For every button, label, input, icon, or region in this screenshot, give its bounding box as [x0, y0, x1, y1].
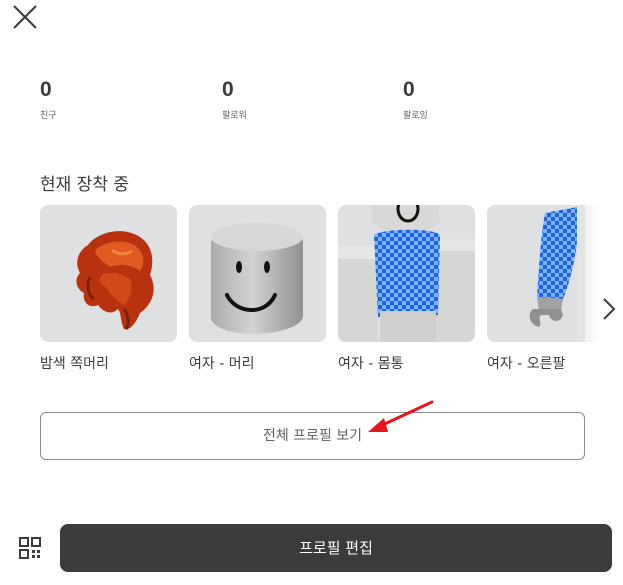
- hair-icon: [76, 231, 154, 330]
- view-full-profile-button[interactable]: 전체 프로필 보기: [40, 412, 585, 460]
- close-icon: [13, 5, 37, 29]
- followers-count: 0: [222, 78, 234, 101]
- currently-wearing-title: 현재 장착 중: [40, 175, 130, 195]
- item-thumbnail: [338, 205, 475, 342]
- qr-code-icon: [19, 537, 41, 559]
- wearing-item-hair[interactable]: 밤색 쪽머리: [40, 205, 177, 373]
- item-name: 여자 - 머리: [189, 356, 255, 372]
- following-label: 팔로잉: [403, 111, 428, 121]
- chevron-right-icon: [603, 298, 616, 320]
- friends-label: 친구: [40, 111, 57, 121]
- head-icon: [211, 223, 303, 334]
- item-thumbnail: [40, 205, 177, 342]
- stat-following[interactable]: 0 팔로잉: [403, 78, 428, 121]
- stat-followers[interactable]: 0 팔로워: [222, 78, 247, 121]
- qr-code-button[interactable]: [18, 536, 42, 560]
- followers-label: 팔로워: [222, 111, 247, 121]
- item-name: 여자 - 몸통: [338, 356, 404, 372]
- wearing-item-head[interactable]: 여자 - 머리: [189, 205, 326, 373]
- edit-profile-button[interactable]: 프로필 편집: [60, 524, 612, 572]
- stat-friends[interactable]: 0 친구: [40, 78, 57, 121]
- following-count: 0: [403, 78, 415, 101]
- wearing-item-torso[interactable]: 여자 - 몸통: [338, 205, 475, 373]
- torso-icon: [338, 205, 475, 342]
- carousel-next-button[interactable]: [597, 293, 621, 325]
- friends-count: 0: [40, 78, 52, 101]
- profile-stats: 0 친구 0 팔로워 0 팔로잉: [0, 78, 623, 128]
- wearing-items-carousel: 밤색 쪽머리 여자 - 머리 여자 - 몸통 여자 - 오른팔: [40, 205, 623, 385]
- close-button[interactable]: [10, 2, 40, 32]
- item-name: 밤색 쪽머리: [40, 356, 109, 372]
- item-thumbnail: [189, 205, 326, 342]
